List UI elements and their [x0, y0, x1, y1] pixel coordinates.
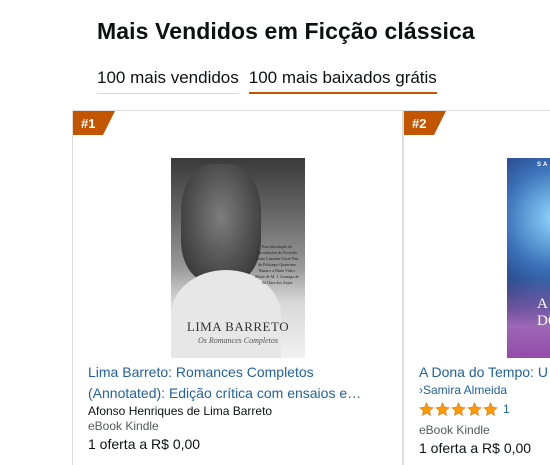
rating-count[interactable]: 1	[503, 402, 510, 416]
product-offer[interactable]: 1 oferta a R$ 0,00	[88, 436, 200, 452]
product-offer[interactable]: 1 oferta a R$ 0,00	[419, 440, 531, 456]
cover-portrait	[181, 164, 261, 282]
product-author: Samira Almeida	[423, 383, 508, 397]
rank-badge: #2	[404, 111, 446, 135]
product-title-link[interactable]: Lima Barreto: Romances Completos (Annota…	[88, 362, 378, 404]
star-icon	[451, 401, 466, 416]
book-cover-image[interactable]: SA A DO	[507, 158, 550, 358]
product-title-link[interactable]: A Dona do Tempo: U	[419, 362, 548, 383]
product-author: Afonso Henriques de Lima Barreto	[88, 404, 273, 418]
cover-title: A DO	[537, 296, 550, 330]
book-cover-image[interactable]: Esta Introdução de Recordações do Escriv…	[171, 158, 305, 358]
product-card: #2 SA A DO A Dona do Tempo: U ›Samira Al…	[403, 110, 550, 465]
product-author-link[interactable]: ›Samira Almeida	[419, 383, 507, 397]
cover-top-text: SA	[537, 162, 550, 168]
cover-author: LIMA BARRETO	[186, 319, 290, 334]
cover-subtitle: Os Romances Completos	[198, 336, 278, 345]
tab-top-sellers[interactable]: 100 mais vendidos	[97, 64, 239, 94]
star-icon	[483, 401, 498, 416]
product-title-line-1: Lima Barreto: Romances Completos	[88, 364, 314, 380]
star-icon	[435, 401, 450, 416]
rank-number: #2	[412, 116, 427, 131]
rank-number: #1	[81, 116, 96, 131]
product-title-line-2: (Annotated): Edição crítica com ensaios …	[88, 385, 362, 401]
bestseller-tabs: 100 mais vendidos 100 mais baixados grát…	[97, 64, 447, 94]
product-format: eBook Kindle	[419, 423, 490, 437]
star-rating[interactable]: 1	[419, 401, 510, 417]
cover-title-line-2: DO	[537, 313, 550, 329]
rank-badge: #1	[73, 111, 115, 135]
product-card: #1 Esta Introdução de Recordações do Esc…	[72, 110, 403, 465]
cover-title-line-1: A	[537, 296, 548, 312]
star-icon	[467, 401, 482, 416]
page-title: Mais Vendidos em Ficção clássica	[97, 18, 475, 44]
product-format: eBook Kindle	[88, 419, 159, 433]
tab-top-free[interactable]: 100 mais baixados grátis	[248, 64, 437, 94]
star-icon	[419, 401, 434, 416]
cover-blurb: Esta Introdução de Recordações do Escriv…	[255, 244, 299, 285]
